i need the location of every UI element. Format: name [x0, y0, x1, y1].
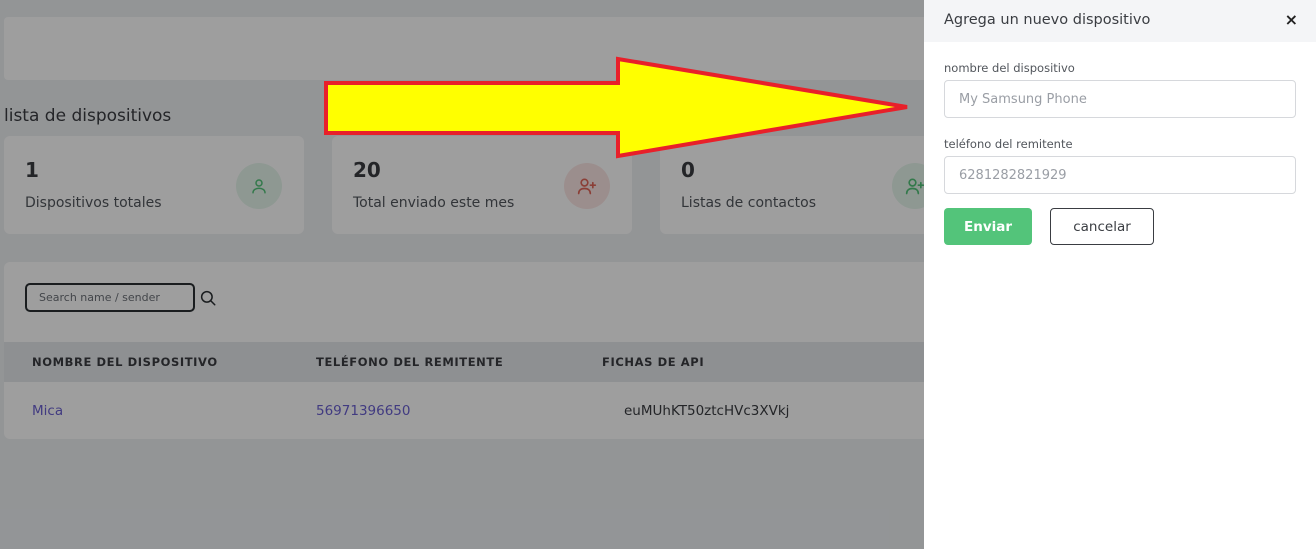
device-name-label: nombre del dispositivo [944, 61, 1075, 75]
panel-header: Agrega un nuevo dispositivo × [924, 0, 1316, 42]
submit-button[interactable]: Enviar [944, 208, 1032, 245]
sender-phone-field[interactable] [944, 156, 1296, 194]
annotation-arrow [324, 56, 908, 159]
device-name-field[interactable] [944, 80, 1296, 118]
cancel-button[interactable]: cancelar [1050, 208, 1154, 245]
add-device-panel: Agrega un nuevo dispositivo × nombre del… [924, 0, 1316, 549]
sender-phone-label: teléfono del remitente [944, 137, 1073, 151]
close-icon[interactable]: × [1285, 10, 1298, 29]
panel-title: Agrega un nuevo dispositivo [944, 12, 1151, 28]
